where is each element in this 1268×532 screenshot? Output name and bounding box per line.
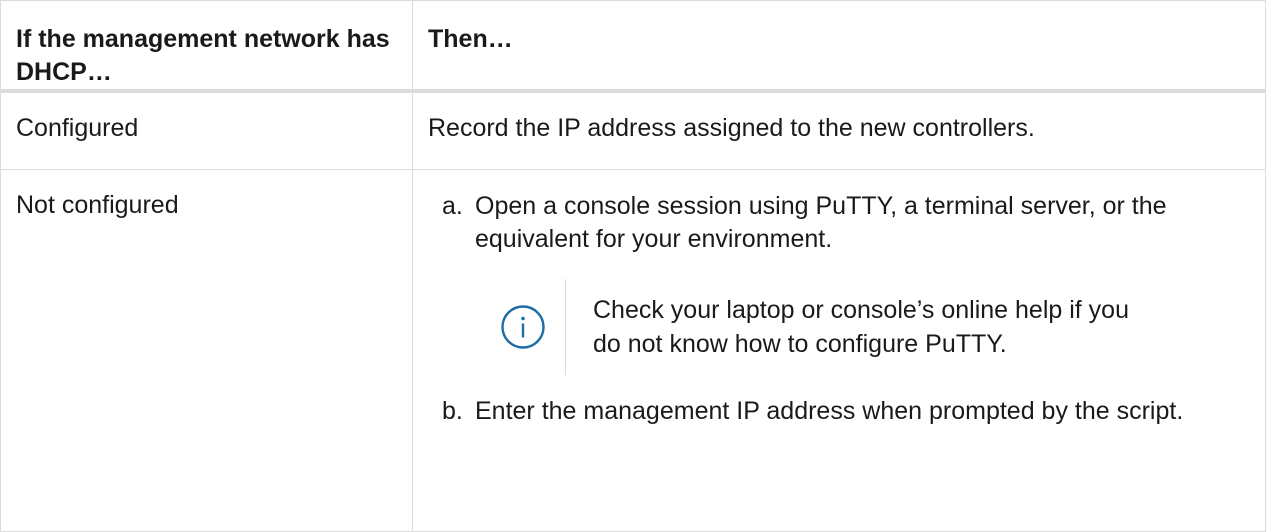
row-notconfigured-condition: Not configured	[0, 168, 413, 532]
step-a-text: Open a console session using PuTTY, a te…	[475, 191, 1167, 253]
dhcp-config-table: If the management network has DHCP… Then…	[0, 0, 1266, 532]
row-configured-condition: Configured	[0, 90, 413, 170]
step-b: b. Enter the management IP address when …	[428, 395, 1250, 428]
table-row: Not configured a. Open a console session…	[0, 168, 1266, 532]
info-icon	[501, 304, 545, 349]
table-header-row: If the management network has DHCP… Then…	[0, 0, 1266, 93]
step-b-marker: b.	[442, 396, 463, 425]
header-condition: If the management network has DHCP…	[0, 0, 413, 93]
table-row: Configured Record the IP address assigne…	[0, 90, 1266, 170]
step-b-text: Enter the management IP address when pro…	[475, 396, 1184, 425]
info-note-text: Check your laptop or console’s online he…	[593, 295, 1129, 358]
info-note: Check your laptop or console’s online he…	[481, 278, 1250, 375]
step-a-marker: a.	[442, 191, 463, 220]
step-a: a. Open a console session using PuTTY, a…	[428, 190, 1250, 256]
row-configured-action: Record the IP address assigned to the ne…	[412, 90, 1266, 170]
row-notconfigured-steps: a. Open a console session using PuTTY, a…	[412, 168, 1266, 532]
header-action: Then…	[412, 0, 1266, 93]
